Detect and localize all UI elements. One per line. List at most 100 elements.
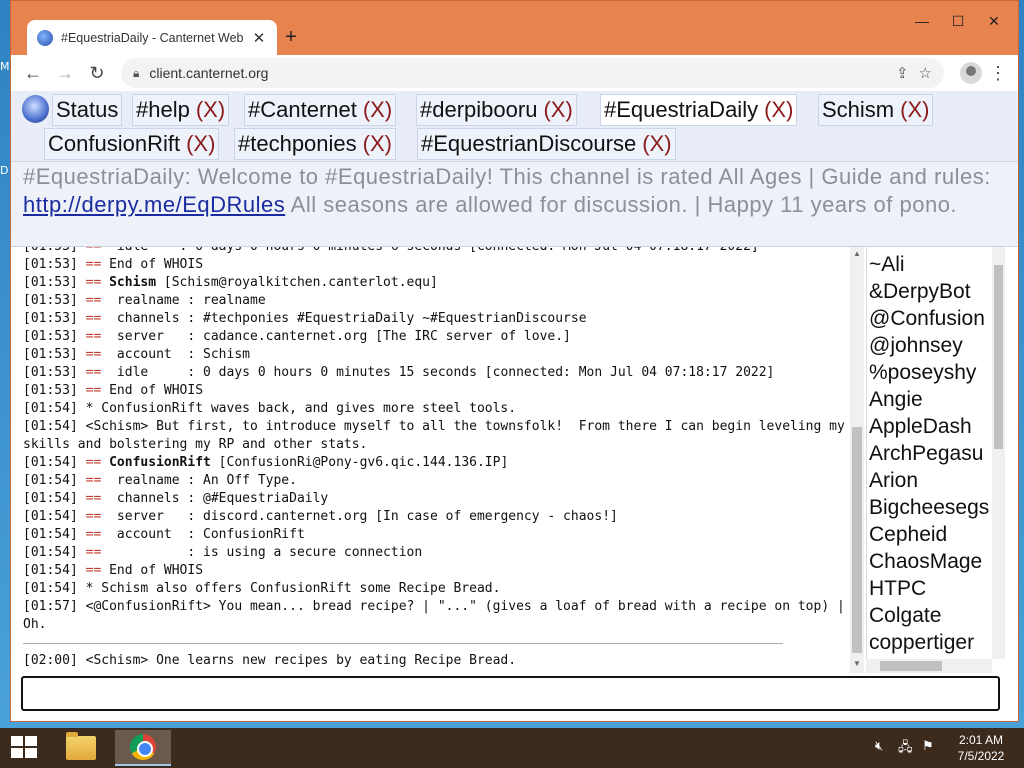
user-list-item[interactable]: Cepheid: [869, 521, 992, 548]
chrome-icon[interactable]: [115, 730, 171, 766]
user-list-item[interactable]: ArchPegasu: [869, 440, 992, 467]
userlist-scrollbar[interactable]: [992, 247, 1005, 659]
profile-icon[interactable]: [960, 62, 982, 84]
user-list-item[interactable]: HTPC: [869, 575, 992, 602]
lock-icon[interactable]: 🔒︎: [133, 66, 139, 81]
tab-techponies[interactable]: #techponies (X): [234, 128, 396, 160]
tab-help[interactable]: #help (X): [132, 94, 230, 126]
log-text: idle : 0 days 0 hours 0 minutes 15 secon…: [101, 365, 775, 380]
user-list-item[interactable]: &DerpyBot: [869, 278, 992, 305]
log-timestamp: [01:54]: [23, 581, 78, 596]
user-list-item[interactable]: coppertiger: [869, 629, 992, 656]
address-bar[interactable]: 🔒︎ client.canternet.org ⇪ ☆: [121, 58, 944, 88]
close-window-button[interactable]: ✕: [979, 9, 1009, 33]
windows-start-icon[interactable]: [11, 736, 39, 760]
log-timestamp: [01:53]: [23, 311, 78, 326]
channel-tabs: Status #help (X) #Canternet (X) #derpiboor…: [11, 91, 1018, 161]
tab-confusionrift[interactable]: ConfusionRift (X): [44, 128, 220, 160]
log-server-marker: ==: [85, 347, 102, 362]
user-list-item[interactable]: %poseyshy: [869, 359, 992, 386]
log-server-marker: ==: [86, 247, 102, 254]
user-list: ~Ali &DerpyBot @Confusion @johnsey %poseyshy…: [866, 247, 992, 659]
tab-close-equestriandiscourse[interactable]: (X): [642, 131, 671, 156]
topic-text-tail: All seasons are allowed for discussion. …: [285, 192, 958, 217]
tab-close-techponies[interactable]: (X): [363, 131, 392, 156]
topic-link[interactable]: http://derpy.me/EqDRules: [23, 192, 285, 217]
browser-tab[interactable]: #EquestriaDaily - Canternet Web ✕: [27, 20, 277, 55]
log-line: [01:54] <Schism> But first, to introduce…: [23, 418, 860, 454]
log-server-marker: ==: [85, 293, 102, 308]
flag-icon[interactable]: ⚑: [922, 738, 934, 754]
log-line: [01:54] == server : discord.canternet.or…: [23, 508, 860, 526]
log-scrollbar[interactable]: ▲ ▼: [850, 247, 864, 673]
forward-icon[interactable]: →: [51, 59, 79, 87]
tab-close-confusionrift[interactable]: (X): [186, 131, 215, 156]
log-timestamp: [01:53]: [23, 293, 78, 308]
tab-close-icon[interactable]: ✕: [251, 29, 267, 47]
maximize-button[interactable]: ☐: [943, 9, 973, 33]
whois-nick[interactable]: ConfusionRift: [109, 455, 211, 470]
volume-muted-icon[interactable]: 🔇︎: [875, 738, 883, 754]
tab-equestriandiscourse[interactable]: #EquestrianDiscourse (X): [417, 128, 676, 160]
new-tab-button[interactable]: +: [279, 25, 303, 49]
log-timestamp: [02:00]: [23, 653, 78, 668]
tab-status[interactable]: Status: [52, 94, 123, 126]
log-server-marker: ==: [85, 509, 102, 524]
url-text[interactable]: client.canternet.org: [149, 65, 886, 81]
tab-close-derpibooru[interactable]: (X): [543, 97, 572, 122]
userlist-scroll-thumb[interactable]: [994, 265, 1003, 449]
log-text: [Schism@royalkitchen.canterlot.equ]: [156, 275, 438, 290]
log-text: realname : realname: [101, 293, 266, 308]
log-timestamp: [01:53]: [23, 383, 78, 398]
tab-close-equestriadaily[interactable]: (X): [764, 97, 793, 122]
user-list-item[interactable]: @johnsey: [869, 332, 992, 359]
user-list-item[interactable]: Bigcheesegs: [869, 494, 992, 521]
user-list-item[interactable]: AppleDash: [869, 413, 992, 440]
share-icon[interactable]: ⇪: [896, 64, 909, 82]
tab-derpibooru[interactable]: #derpibooru (X): [416, 94, 577, 126]
scroll-down-icon[interactable]: ▼: [852, 659, 862, 669]
message-input-box[interactable]: [21, 676, 1000, 711]
log-separator: [23, 643, 783, 644]
log-scroll-thumb[interactable]: [852, 427, 862, 653]
userlist-hscrollbar[interactable]: [866, 659, 992, 673]
star-icon[interactable]: ☆: [919, 64, 932, 82]
log-text: channels : @#EquestriaDaily: [101, 491, 329, 506]
log-text: idle : 0 days 0 hours 0 minutes 6 second…: [101, 247, 759, 254]
log-timestamp: [01:53]: [23, 365, 78, 380]
log-server-marker: ==: [85, 383, 102, 398]
scroll-up-icon[interactable]: ▲: [852, 249, 862, 259]
menu-icon[interactable]: ⋮: [986, 63, 1010, 84]
userlist-hscroll-thumb[interactable]: [880, 661, 942, 671]
user-list-item[interactable]: Arion: [869, 467, 992, 494]
log-text: <Schism> But first, to introduce myself …: [23, 419, 853, 452]
file-explorer-icon[interactable]: [53, 730, 109, 766]
tab-equestriadaily[interactable]: #EquestriaDaily (X): [600, 94, 798, 126]
log-timestamp: [01:53]: [23, 275, 78, 290]
browser-window: #EquestriaDaily - Canternet Web ✕ + — ☐ …: [10, 0, 1019, 722]
minimize-button[interactable]: —: [907, 9, 937, 33]
log-timestamp: [01:54]: [23, 563, 78, 578]
log-line: [01:53] == Schism [Schism@royalkitchen.c…: [23, 274, 860, 292]
back-icon[interactable]: ←: [19, 59, 47, 87]
whois-nick[interactable]: Schism: [109, 275, 156, 290]
tab-close-schism[interactable]: (X): [900, 97, 929, 122]
message-input[interactable]: [23, 678, 998, 709]
log-server-marker: ==: [85, 527, 102, 542]
user-list-item[interactable]: ChaosMage: [869, 548, 992, 575]
user-list-item[interactable]: ~Ali: [869, 251, 992, 278]
clock-date: 7/5/2022: [957, 749, 1005, 763]
log-server-marker: ==: [85, 257, 102, 272]
log-line: [01:54] * ConfusionRift waves back, and …: [23, 400, 860, 418]
user-list-item[interactable]: Colgate: [869, 602, 992, 629]
tab-canternet[interactable]: #Canternet (X): [244, 94, 397, 126]
tab-close-canternet[interactable]: (X): [363, 97, 392, 122]
network-icon[interactable]: 🖧︎: [898, 738, 913, 760]
reload-icon[interactable]: ↻: [83, 59, 111, 87]
tab-schism[interactable]: Schism (X): [818, 94, 934, 126]
taskbar-clock[interactable]: 2:01 AM 7/5/2022: [952, 732, 1010, 764]
user-list-item[interactable]: @Confusion: [869, 305, 992, 332]
tab-close-help[interactable]: (X): [196, 97, 225, 122]
log-timestamp: [01:57]: [23, 599, 78, 614]
user-list-item[interactable]: Angie: [869, 386, 992, 413]
